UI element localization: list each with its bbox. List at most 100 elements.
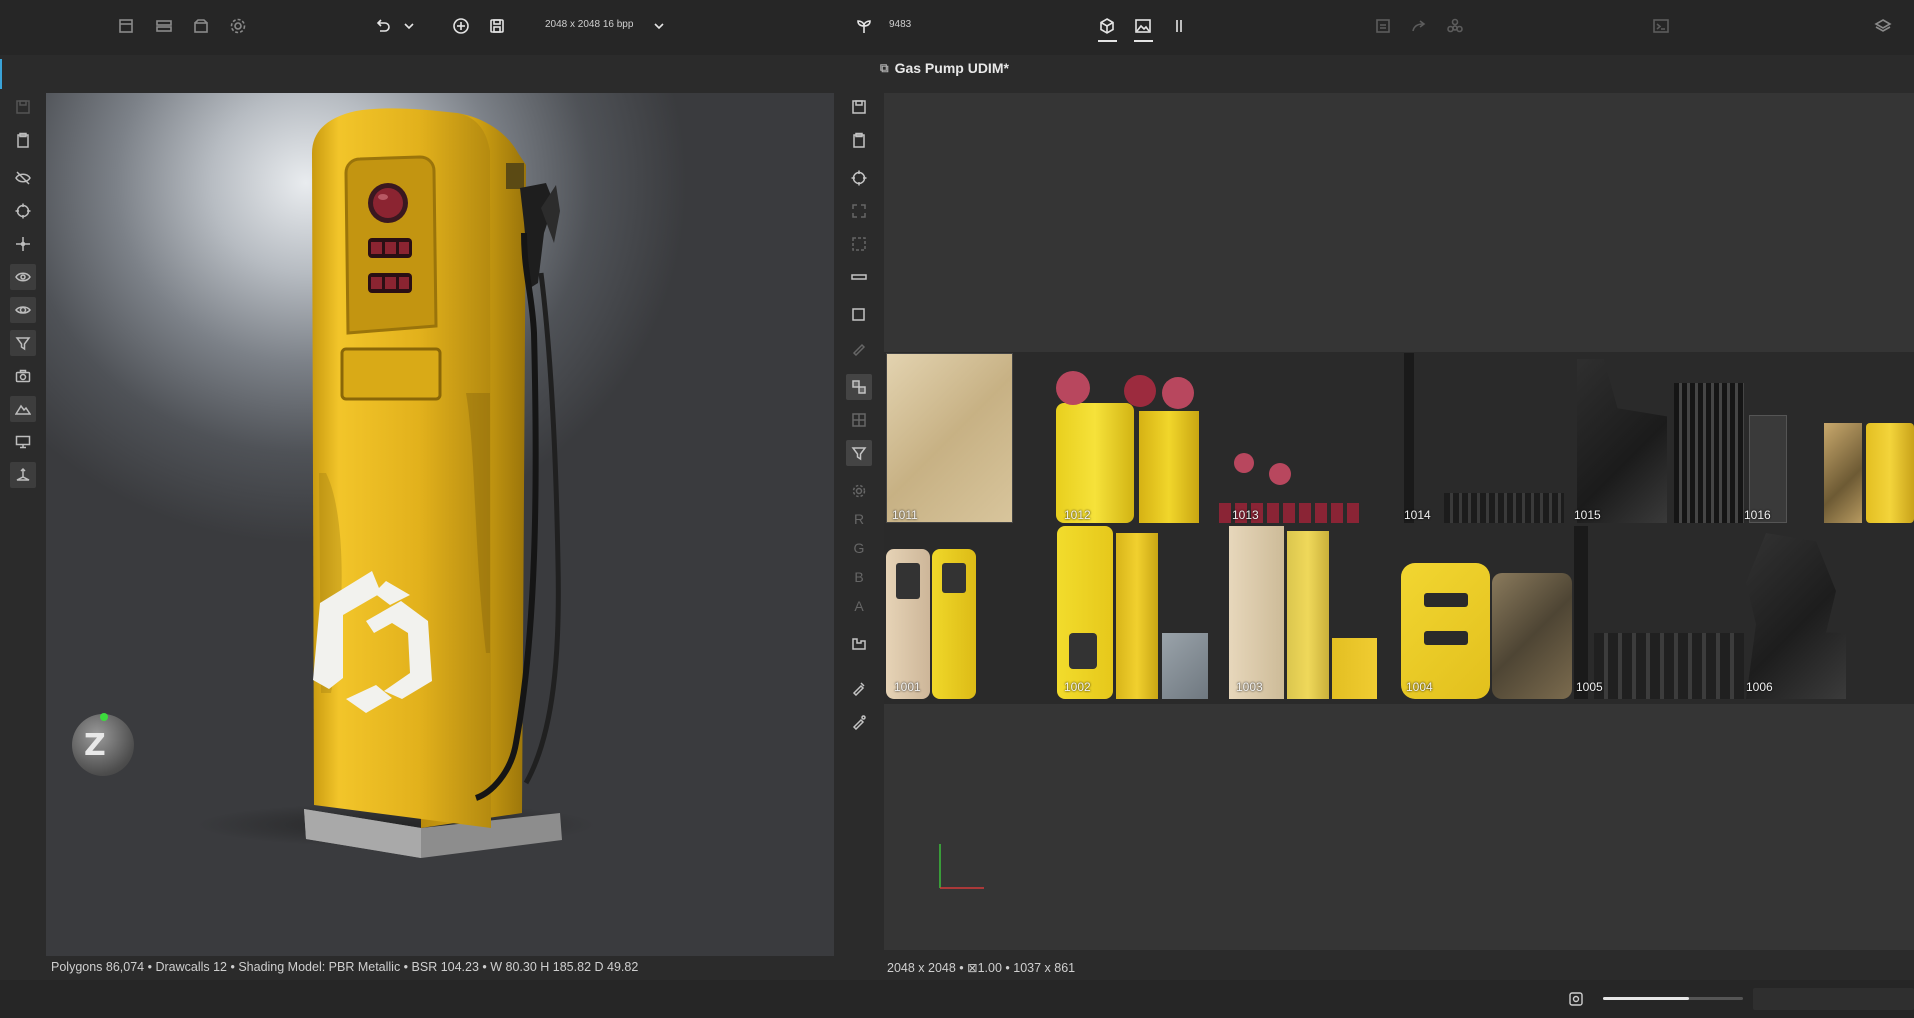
channel-a[interactable]: A xyxy=(846,593,872,619)
select-rect-icon[interactable] xyxy=(846,302,872,328)
seed-value[interactable]: 9483 xyxy=(889,19,911,30)
target-icon[interactable] xyxy=(10,198,36,224)
view-3d-active-underline xyxy=(1098,40,1117,42)
udim-tile-label: 1012 xyxy=(1064,508,1091,522)
display-icon[interactable] xyxy=(10,429,36,455)
udim-tile-label: 1001 xyxy=(894,680,921,694)
3d-viewport[interactable]: Z xyxy=(46,93,834,956)
gizmo-axis-label: Z xyxy=(84,728,106,763)
focus-icon[interactable] xyxy=(1567,990,1585,1008)
gizmo-y-axis-dot[interactable] xyxy=(100,713,108,721)
ground-plane-icon[interactable] xyxy=(10,462,36,488)
layout-icon[interactable] xyxy=(152,14,176,38)
texture-toolbar: R G B A xyxy=(840,93,878,980)
eyedropper-icon[interactable] xyxy=(846,675,872,701)
channel-g[interactable]: G xyxy=(846,535,872,561)
viewport-toolbar xyxy=(0,93,45,980)
save-icon[interactable] xyxy=(485,14,509,38)
udim-tile-fill xyxy=(1674,383,1744,523)
move-icon[interactable] xyxy=(10,231,36,257)
ruler-icon[interactable] xyxy=(846,264,872,290)
new-scene-icon[interactable] xyxy=(114,14,138,38)
undo-icon[interactable] xyxy=(371,14,395,38)
hide-icon[interactable] xyxy=(10,165,36,191)
settings-icon[interactable] xyxy=(226,14,250,38)
texture-title: Gas Pump UDIM* xyxy=(894,60,1009,76)
view-visibility-icon[interactable] xyxy=(10,264,36,290)
udim-tile-fill xyxy=(1444,493,1564,523)
navigation-gizmo[interactable]: Z xyxy=(72,713,134,776)
share-icon[interactable] xyxy=(1443,14,1467,38)
texture-title-bar: ⧉ Gas Pump UDIM* xyxy=(880,60,1009,76)
filter-icon[interactable] xyxy=(846,440,872,466)
undo-dropdown-icon[interactable] xyxy=(397,14,421,38)
status-field[interactable] xyxy=(1753,988,1914,1010)
udim-tile-fill xyxy=(1492,573,1572,699)
seed-icon[interactable] xyxy=(852,14,876,38)
camera-icon[interactable] xyxy=(10,363,36,389)
udim-tile-fill xyxy=(1332,638,1377,699)
console-icon[interactable] xyxy=(1649,14,1673,38)
open-package-icon[interactable] xyxy=(189,14,213,38)
channel-r[interactable]: R xyxy=(846,506,872,532)
view-3d-icon[interactable] xyxy=(1095,14,1119,38)
udim-tile[interactable] xyxy=(886,353,1013,523)
view-2d-icon[interactable] xyxy=(1131,14,1155,38)
lighting-icon[interactable] xyxy=(10,297,36,323)
udim-tile-label: 1005 xyxy=(1576,680,1603,694)
zoom-slider[interactable] xyxy=(1603,997,1743,1000)
chevron-down-icon[interactable] xyxy=(647,14,671,38)
udim-tile-fill xyxy=(1404,353,1414,523)
zoom-slider-fill xyxy=(1603,997,1689,1000)
udim-tile-label: 1016 xyxy=(1744,508,1771,522)
layers-icon[interactable] xyxy=(1871,14,1895,38)
settings-icon[interactable] xyxy=(846,478,872,504)
udim-tile-label: 1002 xyxy=(1064,680,1091,694)
histogram-icon[interactable] xyxy=(846,630,872,656)
view-2d-active-underline xyxy=(1134,40,1153,42)
clipboard-icon[interactable] xyxy=(10,127,36,153)
environment-icon[interactable] xyxy=(10,396,36,422)
add-icon[interactable] xyxy=(449,14,473,38)
udim-tile-fill xyxy=(1424,593,1468,607)
grid-icon[interactable] xyxy=(846,407,872,433)
udim-tile-fill xyxy=(1116,533,1158,699)
udim-tile-fill xyxy=(1287,531,1329,699)
brush-icon[interactable] xyxy=(846,335,872,361)
top-toolbar: 2048 x 2048 16 bpp 9483 xyxy=(0,0,1914,55)
frame-icon[interactable] xyxy=(846,231,872,257)
export-icon[interactable] xyxy=(1407,14,1431,38)
checker-icon[interactable] xyxy=(846,374,872,400)
target-icon[interactable] xyxy=(846,165,872,191)
udim-tile-label: 1015 xyxy=(1574,508,1601,522)
udim-tile-fill xyxy=(1056,371,1090,405)
udim-tile-label: 1014 xyxy=(1404,508,1431,522)
bake-icon[interactable] xyxy=(1371,14,1395,38)
clipboard-icon[interactable] xyxy=(846,127,872,153)
viewport-status-bar: Polygons 86,074 • Drawcalls 12 • Shading… xyxy=(46,956,834,980)
udim-tile-fill xyxy=(1229,526,1284,699)
udim-tile-label: 1013 xyxy=(1232,508,1259,522)
udim-tile-fill xyxy=(1139,411,1199,523)
save-icon[interactable] xyxy=(10,94,36,120)
texture-size-select[interactable]: 2048 x 2048 16 bpp xyxy=(545,19,633,30)
udim-tile-fill xyxy=(1124,375,1156,407)
bottom-bar xyxy=(0,980,1914,1018)
gas-pump-render xyxy=(196,108,596,858)
eyedropper-alt-icon[interactable] xyxy=(846,709,872,735)
channel-b[interactable]: B xyxy=(846,564,872,590)
udim-texture-view[interactable]: 1011 1012 1013 1014 1015 1016 1001 1002 … xyxy=(884,93,1914,950)
udim-tile-fill xyxy=(1424,631,1468,645)
split-view-icon[interactable] xyxy=(1167,14,1191,38)
filter-icon[interactable] xyxy=(10,330,36,356)
texture-file-icon: ⧉ xyxy=(880,60,889,75)
udim-tile-label: 1011 xyxy=(892,508,918,522)
udim-tile-fill xyxy=(1749,415,1787,523)
udim-tile-fill xyxy=(1162,377,1194,409)
udim-tile-label: 1006 xyxy=(1746,680,1773,694)
uv-axes-indicator xyxy=(939,844,984,889)
fit-icon[interactable] xyxy=(846,198,872,224)
udim-tile-fill xyxy=(1594,633,1744,699)
udim-tile[interactable] xyxy=(1056,403,1134,523)
save-texture-icon[interactable] xyxy=(846,94,872,120)
